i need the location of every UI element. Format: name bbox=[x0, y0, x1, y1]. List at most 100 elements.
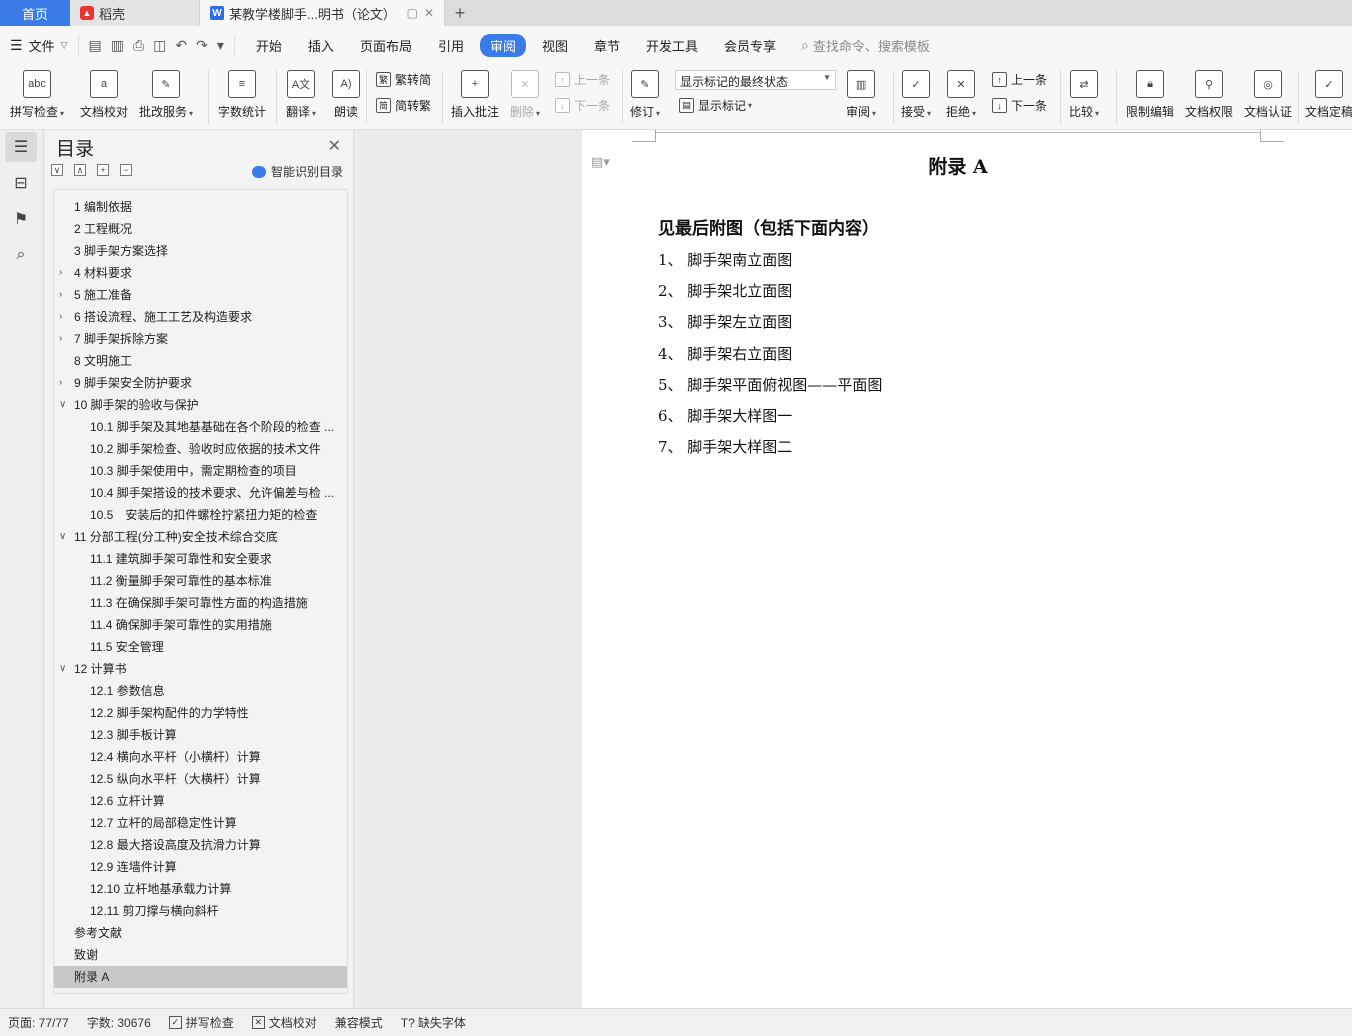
doc-rights-button[interactable]: ⚲ 文档权限 bbox=[1185, 64, 1233, 120]
status-spell-check[interactable]: ✓ 拼写检查 bbox=[168, 1014, 234, 1031]
toc-item[interactable]: 11.5 安全管理 bbox=[54, 636, 347, 658]
restrict-editing-button[interactable]: 🔒︎ 限制编辑 bbox=[1126, 64, 1174, 120]
accept-button[interactable]: ✓ 接受 ▾ bbox=[901, 64, 931, 120]
compare-button[interactable]: ⇄ 比较 ▾ bbox=[1069, 64, 1099, 120]
tab-start[interactable]: 开始 bbox=[246, 34, 292, 57]
toc-item[interactable]: › 9 脚手架安全防护要求 bbox=[54, 372, 347, 394]
toc-item[interactable]: 12.8 最大搭设高度及抗滑力计算 bbox=[54, 834, 347, 856]
toc-item[interactable]: 12.5 纵向水平杆（大横杆）计算 bbox=[54, 768, 347, 790]
show-markup-button[interactable]: ▤ 显示标记 ▾ bbox=[679, 97, 752, 114]
toc-item[interactable]: 12.3 脚手板计算 bbox=[54, 724, 347, 746]
delete-comment-button[interactable]: ✕ 删除 ▾ bbox=[510, 64, 540, 120]
chevron-right-icon[interactable]: › bbox=[59, 328, 62, 350]
chevron-right-icon[interactable]: › bbox=[59, 262, 62, 284]
toc-item[interactable]: 12.9 连墙件计算 bbox=[54, 856, 347, 878]
tab-review[interactable]: 审阅 bbox=[479, 33, 526, 57]
review-pane-button[interactable]: ▥ 审阅 ▾ bbox=[846, 64, 876, 120]
undo-icon[interactable]: ↶ bbox=[175, 37, 187, 54]
toc-item[interactable]: 11.1 建筑脚手架可靠性和安全要求 bbox=[54, 548, 347, 570]
close-icon[interactable]: ✕ bbox=[328, 136, 341, 156]
toc-item[interactable]: 12.11 剪刀撑与横向斜杆 bbox=[54, 900, 347, 922]
tab-page-layout[interactable]: 页面布局 bbox=[350, 34, 422, 57]
toc-item[interactable]: 3 脚手架方案选择 bbox=[54, 240, 347, 262]
doc-proof-button[interactable]: a 文档校对 bbox=[80, 64, 128, 120]
toc-item[interactable]: 12.7 立杆的局部稳定性计算 bbox=[54, 812, 347, 834]
toc-item[interactable]: 12.6 立杆计算 bbox=[54, 790, 347, 812]
missing-font[interactable]: T? 缺失字体 bbox=[401, 1014, 466, 1031]
tab-insert[interactable]: 插入 bbox=[298, 34, 344, 57]
toc-item[interactable]: › 6 搭设流程、施工工艺及构造要求 bbox=[54, 306, 347, 328]
chevron-right-icon[interactable]: › bbox=[59, 284, 62, 306]
toc-item[interactable]: 11.2 衡量脚手架可靠性的基本标准 bbox=[54, 570, 347, 592]
toc-item[interactable]: 1 编制依据 bbox=[54, 196, 347, 218]
spell-check-button[interactable]: abc 拼写检查 ▾ bbox=[10, 64, 64, 120]
customize-icon[interactable]: ▾ bbox=[217, 37, 224, 54]
tab-member[interactable]: 会员专享 bbox=[714, 34, 786, 57]
document-page[interactable]: ▤▾ 附录 A 见最后附图（包括下面内容） 1、 脚手架南立面图 2、 脚手架北立… bbox=[582, 130, 1352, 1008]
word-count[interactable]: 字数: 30676 bbox=[87, 1014, 151, 1031]
collapse-all-icon[interactable]: ∧ bbox=[74, 164, 86, 176]
track-changes-button[interactable]: ✎ 修订 ▾ bbox=[630, 64, 660, 120]
tab-document[interactable]: W 某教学楼脚手...明书（论文） ▢ ✕ bbox=[200, 0, 445, 26]
chevron-down-icon[interactable]: ∨ bbox=[59, 526, 66, 548]
toc-item[interactable]: ∨ 12 计算书 bbox=[54, 658, 347, 680]
tab-section[interactable]: 章节 bbox=[584, 34, 630, 57]
reject-button[interactable]: ✕ 拒绝 ▾ bbox=[946, 64, 976, 120]
print-preview-icon[interactable]: ◫ bbox=[153, 37, 166, 54]
search-icon[interactable]: ⌕ bbox=[5, 240, 37, 270]
save-icon[interactable]: ▤ bbox=[89, 37, 102, 54]
translate-button[interactable]: A文 翻译 ▾ bbox=[286, 64, 316, 120]
toc-item[interactable]: ∨ 11 分部工程(分工种)安全技术综合交底 bbox=[54, 526, 347, 548]
toc-item[interactable]: 10.1 脚手架及其地基基础在各个阶段的检查 ... bbox=[54, 416, 347, 438]
markup-state-select[interactable]: 显示标记的最终状态 ▼ bbox=[675, 70, 836, 90]
add-heading-icon[interactable]: + bbox=[97, 164, 109, 176]
toc-item[interactable]: 11.3 在确保脚手架可靠性方面的构造措施 bbox=[54, 592, 347, 614]
review-service-button[interactable]: ✎ 批改服务 ▾ bbox=[139, 64, 193, 120]
print-icon[interactable]: ⎙ bbox=[133, 37, 144, 54]
word-count-button[interactable]: ≡ 字数统计 bbox=[218, 64, 266, 120]
bookmark-icon[interactable]: ⚑ bbox=[5, 204, 37, 234]
chevron-right-icon[interactable]: › bbox=[59, 306, 62, 328]
chevron-down-icon[interactable]: ∨ bbox=[59, 394, 66, 416]
export-pdf-icon[interactable]: ▥ bbox=[111, 37, 124, 54]
toc-item[interactable]: › 7 脚手架拆除方案 bbox=[54, 328, 347, 350]
next-comment-button[interactable]: ↓ 下一条 bbox=[555, 97, 610, 114]
toc-item[interactable]: 10.5 安装后的扣件螺栓拧紧扭力矩的检查 bbox=[54, 504, 347, 526]
tab-view[interactable]: 视图 bbox=[532, 34, 578, 57]
chevron-right-icon[interactable]: › bbox=[59, 372, 62, 394]
simp-to-trad-button[interactable]: 简 简转繁 bbox=[376, 97, 431, 114]
toc-item[interactable]: 12.4 横向水平杆（小横杆）计算 bbox=[54, 746, 347, 768]
page-count[interactable]: 页面: 77/77 bbox=[8, 1014, 69, 1031]
close-tab-icon[interactable]: ✕ bbox=[424, 6, 434, 20]
command-search[interactable]: ⌕ 查找命令、搜索模板 bbox=[801, 36, 930, 55]
toc-item[interactable]: 12.1 参数信息 bbox=[54, 680, 347, 702]
toc-item[interactable]: 12.10 立杆地基承载力计算 bbox=[54, 878, 347, 900]
toc-item[interactable]: 11.4 确保脚手架可靠性的实用措施 bbox=[54, 614, 347, 636]
toc-item[interactable]: 致谢 bbox=[54, 944, 347, 966]
toc-item[interactable]: 8 文明施工 bbox=[54, 350, 347, 372]
toc-item[interactable]: 10.4 脚手架搭设的技术要求、允许偏差与检 ... bbox=[54, 482, 347, 504]
doc-cert-button[interactable]: ◎ 文档认证 bbox=[1244, 64, 1292, 120]
toc-item[interactable]: 附录 A bbox=[54, 966, 347, 988]
redo-icon[interactable]: ↷ bbox=[196, 37, 208, 54]
trad-to-simp-button[interactable]: 繁 繁转简 bbox=[376, 71, 431, 88]
toc-item[interactable]: › 5 施工准备 bbox=[54, 284, 347, 306]
tab-home[interactable]: 首页 bbox=[0, 0, 70, 26]
expand-all-icon[interactable]: ∨ bbox=[51, 164, 63, 176]
prev-comment-button[interactable]: ↑ 上一条 bbox=[555, 71, 610, 88]
toc-item[interactable]: 12.2 脚手架构配件的力学特性 bbox=[54, 702, 347, 724]
toc-item[interactable]: 10.2 脚手架检查、验收时应依据的技术文件 bbox=[54, 438, 347, 460]
toc-panel-icon[interactable]: ☰ bbox=[5, 132, 37, 162]
toc-item[interactable]: ∨ 10 脚手架的验收与保护 bbox=[54, 394, 347, 416]
tab-daoke[interactable]: ▲ 稻壳 bbox=[70, 0, 200, 26]
doc-final-button[interactable]: ✓ 文档定稿 bbox=[1305, 64, 1352, 120]
status-doc-proof[interactable]: ✕ 文档校对 bbox=[251, 1014, 317, 1031]
pin-tab-icon[interactable]: ▢ bbox=[407, 6, 418, 20]
toc-item[interactable]: 10.3 脚手架使用中，需定期检查的项目 bbox=[54, 460, 347, 482]
toc-item[interactable]: 2 工程概况 bbox=[54, 218, 347, 240]
smart-toc-button[interactable]: 智能识别目录 bbox=[251, 163, 343, 180]
toc-item[interactable]: 参考文献 bbox=[54, 922, 347, 944]
chevron-down-icon[interactable]: ∨ bbox=[59, 658, 66, 680]
tab-developer[interactable]: 开发工具 bbox=[636, 34, 708, 57]
insert-comment-button[interactable]: + 插入批注 bbox=[451, 64, 499, 120]
